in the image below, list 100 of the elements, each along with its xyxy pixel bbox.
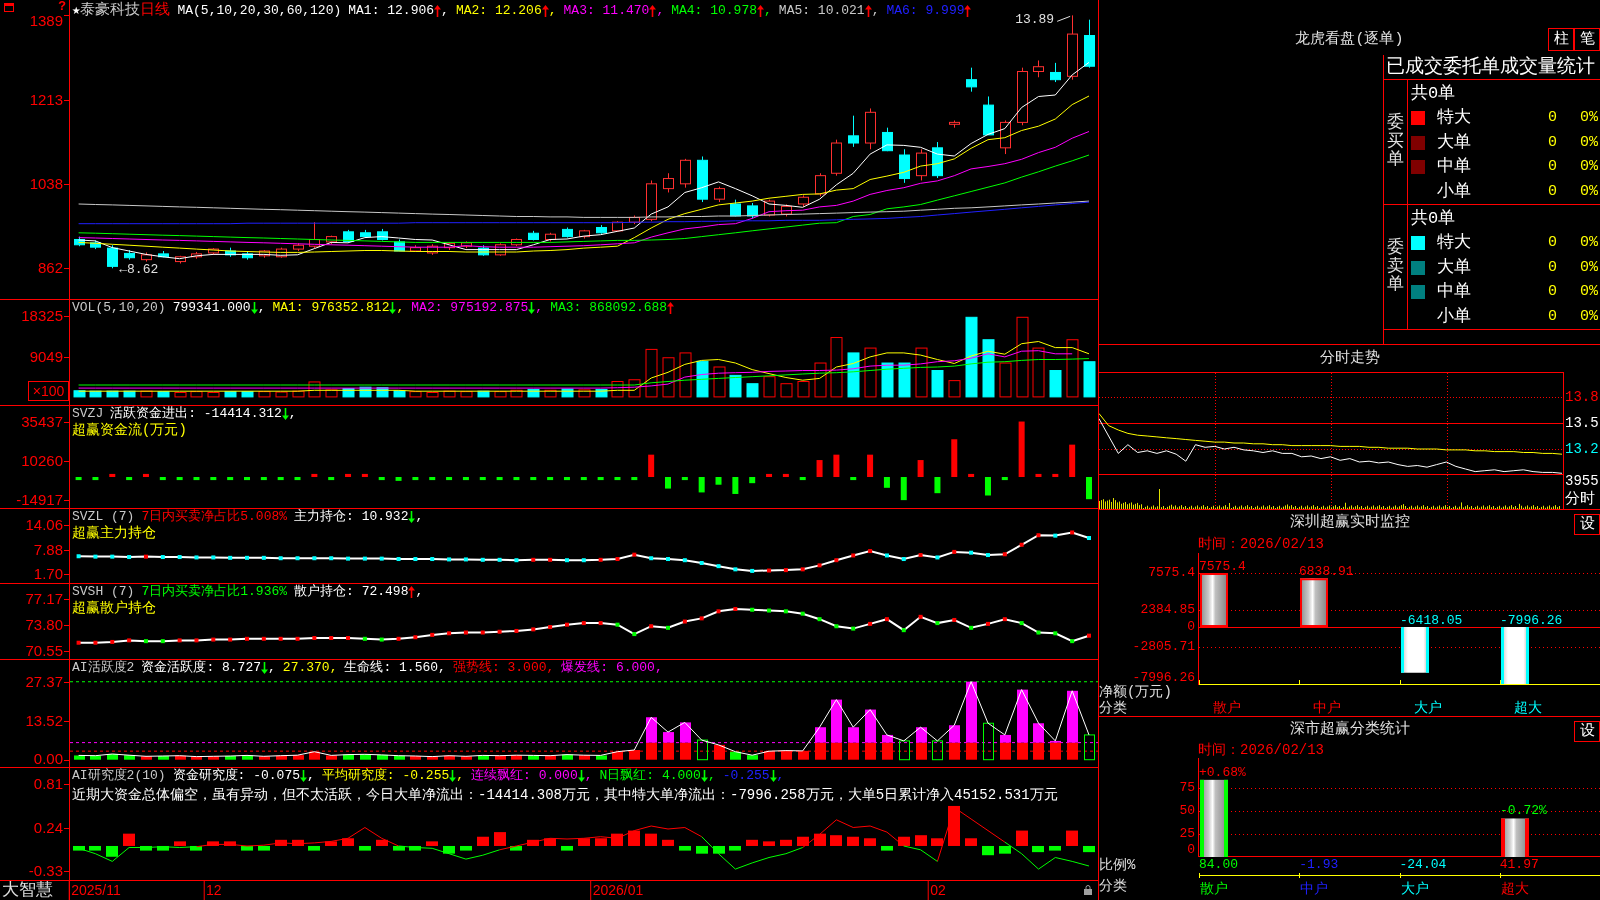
- positive-bar: [780, 839, 792, 846]
- axis-label: 77.17: [25, 591, 63, 607]
- point-marker: [767, 568, 772, 573]
- positive-bar: [494, 832, 506, 846]
- indicator-reading: MA3: 11.470: [563, 2, 650, 19]
- view-mode-button[interactable]: 笔: [1574, 28, 1600, 51]
- point-marker: [346, 636, 351, 640]
- outflow-bar: [294, 477, 301, 481]
- point-marker: [952, 549, 957, 554]
- order-share: 0%: [1580, 258, 1598, 277]
- indicator-reading: 7日内买卖净占比1.936%: [141, 584, 288, 600]
- settings-button[interactable]: 设: [1574, 721, 1600, 742]
- indicator-reading: 主力持仓: 10.932: [294, 509, 409, 525]
- volume-bar: [1066, 339, 1079, 398]
- positive-bar: [224, 841, 236, 846]
- point-marker: [935, 621, 940, 626]
- category-value: 84.00: [1199, 857, 1238, 873]
- point-marker: [969, 625, 974, 630]
- order-count: 0: [1548, 109, 1557, 128]
- inflow-bar: [361, 473, 368, 477]
- axis-label: 1038: [29, 175, 63, 192]
- order-share: 0%: [1580, 182, 1598, 201]
- indicator-params: MA(5,10,20,30,60,120): [177, 2, 342, 19]
- unit-label: ×100: [28, 381, 69, 401]
- outflow-bar: [75, 477, 82, 481]
- category-label: 散户: [1213, 700, 1241, 716]
- settings-button[interactable]: 设: [1574, 514, 1600, 535]
- point-marker: [346, 556, 351, 561]
- activity-bar: [764, 751, 775, 760]
- outflow-bar: [159, 477, 166, 481]
- positive-bar: [477, 836, 489, 846]
- candlestick: [1084, 19, 1095, 69]
- star-symbol: ★: [72, 2, 81, 19]
- point-marker: [143, 554, 148, 559]
- candlestick: [714, 186, 725, 203]
- volume-bar: [814, 362, 827, 398]
- activity-bar: [714, 744, 725, 760]
- point-marker: [76, 554, 81, 559]
- axis-label: 50: [1179, 804, 1195, 819]
- point-marker: [699, 561, 704, 565]
- volume-bar: [258, 391, 271, 398]
- negative-bar: [561, 846, 573, 851]
- activity-bar: [74, 755, 85, 760]
- candlestick: [528, 230, 539, 241]
- indicator-reading: 平均研究度: -0.255: [321, 768, 450, 784]
- candlestick: [107, 244, 118, 269]
- category-value: 41.97: [1499, 857, 1539, 873]
- candlestick: [377, 228, 388, 241]
- point-marker: [918, 614, 923, 619]
- order-total: 共0单: [1411, 209, 1456, 229]
- negative-bar: [1032, 846, 1044, 853]
- indicator-name: SVSH (7): [72, 584, 135, 600]
- indicator-reading: 资金研究度: -0.075: [172, 768, 301, 784]
- point-marker: [884, 553, 889, 558]
- activity-bar: [747, 755, 758, 760]
- point-marker: [278, 636, 283, 641]
- point-marker: [868, 621, 873, 626]
- outflow-bar: [479, 477, 486, 481]
- volume-bar: [1049, 370, 1062, 398]
- separator: ,: [535, 300, 544, 316]
- volume-bar: [713, 366, 726, 398]
- negative-bar: [359, 846, 371, 851]
- point-marker: [245, 636, 249, 641]
- inflow-bar: [782, 473, 789, 477]
- activity-bar: [949, 742, 960, 760]
- axis-label: 2384.85: [1140, 603, 1195, 617]
- point-marker: [362, 636, 367, 641]
- positive-bar: [123, 833, 135, 846]
- candlestick: [680, 158, 691, 189]
- axis-label: 0.00: [33, 751, 63, 767]
- candlestick: [495, 242, 506, 257]
- candlestick: [141, 251, 152, 263]
- activity-bar: [916, 742, 927, 760]
- activity-bar: [360, 754, 371, 760]
- axis-label: 0: [1187, 620, 1195, 634]
- point-marker: [750, 568, 755, 573]
- candlestick: [596, 224, 607, 235]
- negative-bar: [157, 846, 169, 851]
- activity-bar: [377, 754, 388, 760]
- indicator-reading: MA2: 975192.875: [411, 300, 529, 316]
- axis-label: 0.81: [33, 775, 63, 792]
- positive-bar: [1066, 830, 1078, 846]
- indicator-reading: 散户持仓: 72.498: [294, 584, 409, 600]
- category-label: 中户: [1313, 700, 1342, 716]
- candlestick: [646, 179, 657, 222]
- point-marker: [1036, 533, 1041, 538]
- candlestick: [882, 127, 893, 152]
- candlestick: [545, 232, 556, 242]
- candlestick: [360, 229, 371, 239]
- view-mode-button[interactable]: 柱: [1548, 28, 1574, 51]
- point-marker: [564, 558, 569, 563]
- candlestick: [175, 255, 186, 264]
- point-marker: [1087, 633, 1091, 638]
- activity-bar: [309, 751, 320, 760]
- activity-bar: [848, 727, 859, 743]
- volume-bar: [443, 390, 456, 398]
- point-marker: [93, 640, 98, 645]
- candlestick: [276, 247, 287, 259]
- activity-bar: [276, 755, 287, 760]
- outflow-bar: [715, 477, 722, 485]
